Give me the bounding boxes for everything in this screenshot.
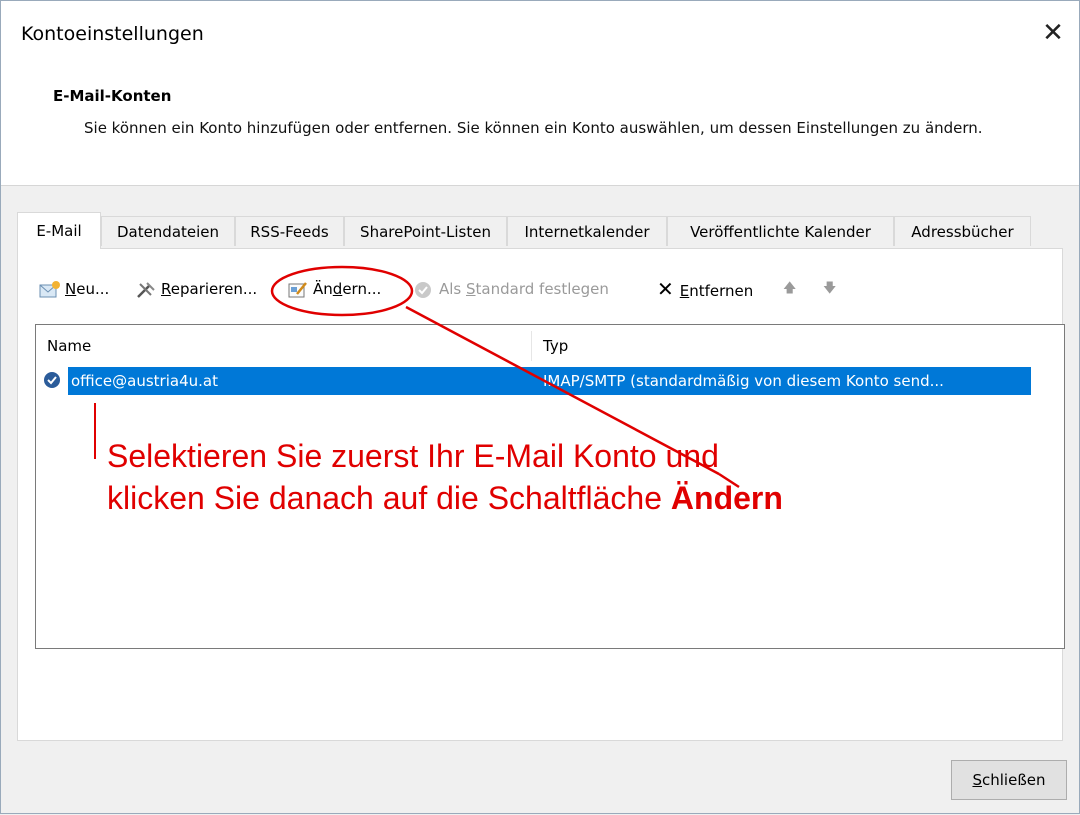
account-row[interactable]: office@austria4u.at IMAP/SMTP (standardm… bbox=[68, 367, 1031, 395]
section-description: Sie können ein Konto hinzufügen oder ent… bbox=[84, 119, 983, 137]
move-up-icon[interactable]: 🡅 bbox=[783, 276, 796, 302]
edit-account-icon bbox=[288, 281, 307, 297]
remove-button[interactable]: ✕ Entfernen bbox=[657, 276, 753, 302]
section-title: E-Mail-Konten bbox=[53, 87, 172, 105]
column-header-type[interactable]: Typ bbox=[543, 337, 568, 355]
tab-rss-feeds[interactable]: RSS-Feeds bbox=[235, 216, 344, 246]
tab-published-calendars[interactable]: Veröffentlichte Kalender bbox=[667, 216, 894, 246]
tab-internet-calendars[interactable]: Internetkalender bbox=[507, 216, 667, 246]
annotation-line-1: Selektieren Sie zuerst Ihr E-Mail Konto … bbox=[107, 438, 719, 474]
default-account-icon bbox=[44, 372, 60, 388]
account-name: office@austria4u.at bbox=[71, 372, 218, 390]
close-icon[interactable]: ✕ bbox=[1039, 19, 1067, 47]
annotation-line-2: klicken Sie danach auf die Schaltfläche … bbox=[107, 480, 783, 516]
column-divider[interactable] bbox=[531, 331, 532, 361]
set-default-button[interactable]: Als Standard festlegen bbox=[413, 276, 609, 302]
account-settings-dialog: Kontoeinstellungen ✕ E-Mail-Konten Sie k… bbox=[0, 0, 1080, 814]
close-x-icon: ✕ bbox=[657, 277, 674, 301]
dialog-header: Kontoeinstellungen ✕ E-Mail-Konten Sie k… bbox=[1, 1, 1079, 186]
account-type: IMAP/SMTP (standardmäßig von diesem Kont… bbox=[543, 372, 944, 390]
tab-address-books[interactable]: Adressbücher bbox=[894, 216, 1031, 246]
change-button[interactable]: Ändern... bbox=[287, 276, 381, 302]
tab-data-files[interactable]: Datendateien bbox=[101, 216, 235, 246]
repair-button[interactable]: Reparieren... bbox=[135, 276, 257, 302]
check-circle-icon bbox=[415, 281, 431, 298]
tools-icon bbox=[137, 281, 155, 298]
column-header-name[interactable]: Name bbox=[47, 337, 91, 355]
close-dialog-button[interactable]: Schließen bbox=[951, 760, 1067, 800]
annotation-marker-line bbox=[94, 403, 96, 459]
new-account-button[interactable]: Neu... bbox=[39, 276, 109, 302]
annotation-emphasis: Ändern bbox=[670, 480, 783, 516]
dialog-title: Kontoeinstellungen bbox=[21, 23, 204, 45]
annotation-text: Selektieren Sie zuerst Ihr E-Mail Konto … bbox=[107, 435, 783, 519]
tab-email[interactable]: E-Mail bbox=[17, 212, 101, 249]
new-mail-icon bbox=[39, 280, 60, 297]
move-down-icon[interactable]: 🡇 bbox=[823, 276, 836, 302]
tab-sharepoint-lists[interactable]: SharePoint-Listen bbox=[344, 216, 507, 246]
